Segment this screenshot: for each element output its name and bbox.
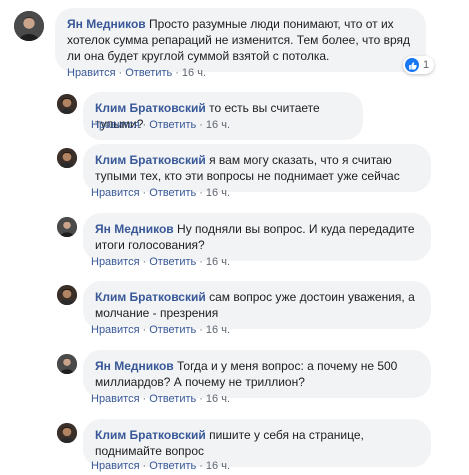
avatar[interactable] [57,148,77,168]
avatar[interactable] [14,11,44,41]
reply-button[interactable]: Ответить [149,324,196,336]
separator: · [142,256,147,268]
comment-actions: Нравится · Ответить · 16 ч. [91,255,230,269]
comment-author-link[interactable]: Клим Братковский [95,101,206,115]
comment-author-link[interactable]: Ян Медников [95,359,174,373]
comment-bubble: Клим Братковский то есть вы считаете туп… [83,92,363,140]
timestamp[interactable]: 16 ч. [206,119,230,131]
timestamp[interactable]: 16 ч. [206,187,230,199]
comment-bubble: Клим Братковский сам вопрос уже достоин … [83,281,431,329]
timestamp[interactable]: 16 ч. [206,256,230,268]
avatar-image [57,94,77,114]
comment-author-link[interactable]: Клим Братковский [95,153,206,167]
comment-actions: Нравится · Ответить · 16 ч. [91,459,230,473]
like-button[interactable]: Нравится [91,119,140,131]
reaction-badge[interactable]: 1 [403,56,435,74]
like-button[interactable]: Нравится [91,393,140,405]
separator: · [142,393,147,405]
comment-author-link[interactable]: Ян Медников [67,17,146,31]
reply-button[interactable]: Ответить [149,256,196,268]
reaction-count: 1 [423,59,430,71]
comment-author-link[interactable]: Ян Медников [95,222,174,236]
avatar[interactable] [57,354,77,374]
comment-bubble: Ян Медников Просто разумные люди понимаю… [55,8,426,72]
comment-bubble: Ян Медников Тогда и у меня вопрос: а поч… [83,350,431,398]
avatar-image [57,354,77,374]
timestamp[interactable]: 16 ч. [206,460,230,472]
separator: · [199,119,203,131]
comment-actions: Нравится · Ответить · 16 ч. [91,323,230,337]
separator: · [199,256,203,268]
avatar-image [57,217,77,237]
comment-author-link[interactable]: Клим Братковский [95,428,206,442]
comment-bubble: Клим Братковский я вам могу сказать, что… [83,144,431,192]
avatar-image [57,285,77,305]
comment-actions: Нравится · Ответить · 16 ч. [91,392,230,406]
reply-button[interactable]: Ответить [125,67,172,79]
reply-button[interactable]: Ответить [149,393,196,405]
avatar[interactable] [57,94,77,114]
separator: · [142,119,147,131]
avatar[interactable] [57,423,77,443]
like-icon [405,58,419,72]
separator: · [142,460,147,472]
reply-button[interactable]: Ответить [149,460,196,472]
reply-button[interactable]: Ответить [149,187,196,199]
avatar-image [57,148,77,168]
separator: · [199,393,203,405]
separator: · [199,187,203,199]
separator: · [175,67,179,79]
avatar-image [57,423,77,443]
separator: · [199,324,203,336]
timestamp[interactable]: 16 ч. [206,324,230,336]
comment-bubble: Ян Медников Ну подняли вы вопрос. И куда… [83,213,431,261]
comment-author-link[interactable]: Клим Братковский [95,290,206,304]
comment-actions: Нравится · Ответить · 16 ч. [67,66,206,80]
timestamp[interactable]: 16 ч. [182,67,206,79]
like-button[interactable]: Нравится [91,256,140,268]
avatar-image [14,11,44,41]
separator: · [142,187,147,199]
separator: · [118,67,123,79]
comment-actions: Нравится · Ответить · 16 ч. [91,186,230,200]
like-button[interactable]: Нравится [91,324,140,336]
avatar[interactable] [57,217,77,237]
comment-actions: Нравится · Ответить · 16 ч. [91,118,230,132]
separator: · [142,324,147,336]
separator: · [199,460,203,472]
timestamp[interactable]: 16 ч. [206,393,230,405]
reply-button[interactable]: Ответить [149,119,196,131]
like-button[interactable]: Нравится [91,187,140,199]
avatar[interactable] [57,285,77,305]
like-button[interactable]: Нравится [67,67,116,79]
like-button[interactable]: Нравится [91,460,140,472]
